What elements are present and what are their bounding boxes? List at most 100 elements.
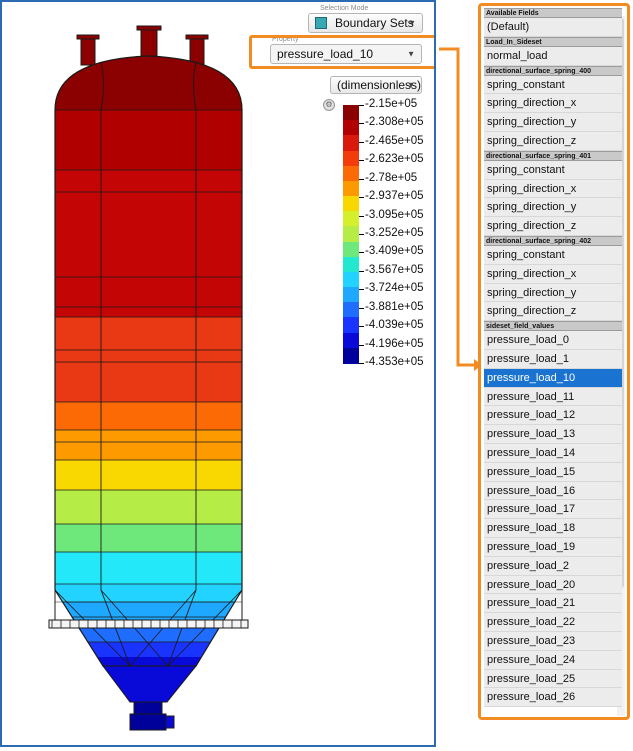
field-list-panel: Available Fields (Default) Load_In_Sideset… — [478, 3, 630, 720]
selection-mode-value: Boundary Sets — [335, 16, 414, 30]
color-band — [55, 430, 242, 460]
property-highlight-box — [249, 35, 434, 69]
legend-label: -4.196e+05 — [365, 337, 424, 350]
legend-tick — [359, 178, 364, 180]
field-list-item[interactable]: pressure_load_13 — [484, 425, 622, 444]
3d-viewport[interactable]: Selection Mode Boundary Sets ▼ Property … — [0, 0, 436, 747]
legend-label: -3.881e+05 — [365, 300, 424, 313]
legend-swatch — [343, 165, 359, 182]
legend-swatch — [343, 120, 359, 136]
field-list-item[interactable]: pressure_load_12 — [484, 406, 622, 426]
vessel-model[interactable] — [2, 2, 436, 747]
nozzle-right — [189, 36, 205, 66]
legend-tick — [359, 105, 364, 106]
field-list-item[interactable]: pressure_load_0 — [484, 331, 622, 350]
color-band — [55, 490, 242, 524]
legend-swatch — [343, 211, 359, 227]
color-band — [55, 402, 242, 430]
field-list-item[interactable]: pressure_load_23 — [484, 631, 622, 651]
field-list-item[interactable]: spring_direction_z — [484, 302, 622, 322]
legend-swatch — [343, 105, 359, 121]
legend-tick — [359, 252, 364, 254]
field-list-item[interactable]: spring_direction_z — [484, 217, 622, 236]
field-list-item[interactable]: pressure_load_2 — [484, 556, 622, 576]
legend-tick — [359, 363, 364, 364]
field-list-item[interactable]: spring_constant — [484, 75, 622, 95]
legend-tick — [359, 141, 364, 143]
section-header: sideset_field_values — [484, 321, 622, 332]
legend-swatch — [343, 196, 359, 212]
field-list-item[interactable]: pressure_load_15 — [484, 462, 622, 482]
field-list-item[interactable]: pressure_load_19 — [484, 537, 622, 557]
legend-label: -4.353e+05 — [365, 356, 424, 368]
field-list-item[interactable]: spring_direction_y — [484, 283, 622, 303]
field-list-item[interactable]: pressure_load_1 — [484, 349, 622, 369]
field-list-item[interactable]: pressure_load_26 — [484, 688, 622, 708]
color-band — [55, 317, 242, 402]
field-list-item[interactable]: pressure_load_11 — [484, 387, 622, 407]
chevron-down-icon: ▼ — [408, 18, 416, 28]
section-header: directional_surface_spring_402 — [484, 235, 622, 246]
legend-settings-icon[interactable]: ⚙ — [323, 99, 335, 111]
color-band — [55, 584, 242, 602]
legend-swatch — [343, 135, 359, 152]
legend-swatch — [343, 332, 359, 349]
outlet-side-flange — [165, 715, 175, 729]
legend-label: -2.465e+05 — [365, 134, 424, 147]
field-list-item[interactable]: (Default) — [484, 18, 622, 37]
nozzle-left — [80, 36, 96, 66]
field-list-item[interactable]: pressure_load_18 — [484, 519, 622, 538]
section-header: Available Fields — [484, 8, 622, 18]
legend-tick — [359, 326, 364, 328]
legend-swatch — [343, 256, 359, 273]
legend-swatch — [343, 271, 359, 288]
field-list-item[interactable]: pressure_load_20 — [484, 575, 622, 595]
field-list-item[interactable]: pressure_load_25 — [484, 669, 622, 689]
legend-label: -3.095e+05 — [365, 208, 424, 221]
legend-label: -2.937e+05 — [365, 190, 424, 203]
selection-mode-dropdown[interactable]: Boundary Sets ▼ — [308, 13, 423, 33]
legend-label: -4.039e+05 — [365, 319, 424, 332]
field-list-item[interactable]: normal_load — [484, 46, 622, 66]
cube-icon — [315, 17, 327, 29]
field-list-item[interactable]: spring_direction_y — [484, 198, 622, 218]
vessel-bands — [55, 56, 242, 666]
field-list-item[interactable]: spring_constant — [484, 160, 622, 180]
field-list-item[interactable]: pressure_load_24 — [484, 650, 622, 670]
legend-tick — [359, 160, 364, 162]
field-list-item[interactable]: spring_direction_y — [484, 113, 622, 132]
nozzle-center-flange — [136, 25, 162, 31]
legend-tick — [359, 123, 364, 125]
legend-label: -3.252e+05 — [365, 227, 424, 239]
color-band — [55, 524, 242, 552]
field-list-item[interactable]: spring_direction_z — [484, 131, 622, 151]
legend-tick — [359, 289, 364, 291]
field-list-item[interactable]: pressure_load_16 — [484, 481, 622, 501]
field-list-item[interactable]: spring_constant — [484, 245, 622, 265]
legend-swatch — [343, 317, 359, 334]
legend-label: -3.409e+05 — [365, 245, 424, 258]
field-list-item[interactable]: spring_direction_x — [484, 179, 622, 199]
outlet-neck — [133, 701, 163, 715]
field-list-item[interactable]: spring_direction_x — [484, 94, 622, 114]
field-list-item[interactable]: pressure_load_22 — [484, 613, 622, 632]
legend-tick — [359, 344, 364, 346]
nozzle-left-flange — [76, 34, 100, 40]
color-band — [55, 552, 242, 584]
outlet-body — [129, 713, 167, 731]
color-band — [55, 642, 242, 657]
legend-tick — [359, 215, 364, 217]
field-list-item[interactable]: pressure_load_21 — [484, 594, 622, 614]
section-header: directional_surface_spring_401 — [484, 150, 622, 161]
legend-swatch — [343, 287, 359, 303]
field-list-item[interactable]: pressure_load_10 — [484, 368, 622, 388]
legend-swatch — [343, 302, 359, 319]
field-list-item[interactable]: pressure_load_14 — [484, 443, 622, 463]
legend-label: -3.567e+05 — [365, 263, 424, 276]
field-list-item[interactable]: pressure_load_17 — [484, 500, 622, 520]
field-list-item[interactable]: spring_direction_x — [484, 264, 622, 284]
nozzle-right-flange — [185, 34, 209, 40]
section-header: directional_surface_spring_400 — [484, 65, 622, 76]
units-dropdown[interactable]: (dimensionless) ▼ — [330, 76, 422, 94]
legend-label: -2.15e+05 — [365, 98, 418, 110]
